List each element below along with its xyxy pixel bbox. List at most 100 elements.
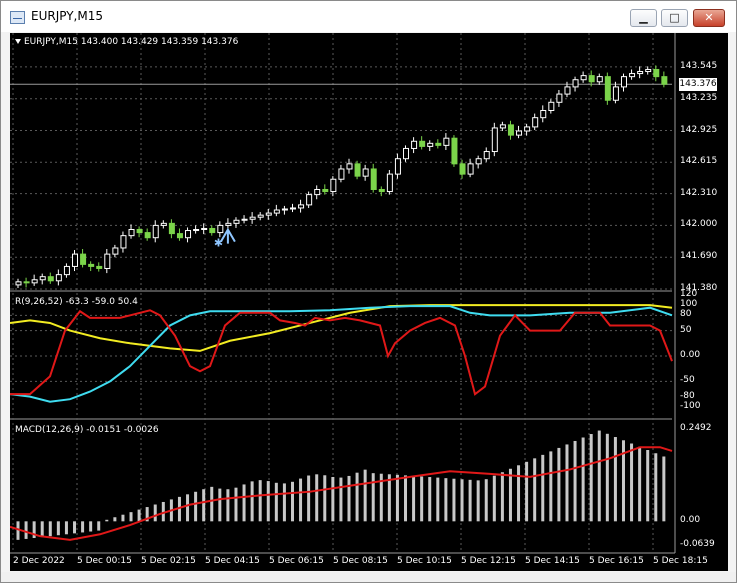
candle-body bbox=[435, 142, 442, 146]
candle-body bbox=[427, 142, 434, 147]
price-tick-label: 142.925 bbox=[680, 124, 718, 135]
macd-histogram-bar bbox=[387, 474, 391, 522]
macd-tick-label: 0.2492 bbox=[680, 423, 712, 433]
macd-histogram-bar bbox=[339, 477, 343, 522]
macd-histogram-bar bbox=[210, 486, 214, 522]
collapse-triangle-icon[interactable] bbox=[15, 39, 21, 44]
candle-body bbox=[72, 253, 79, 267]
price-tick-label: 141.690 bbox=[680, 251, 718, 262]
candle-body bbox=[596, 76, 603, 83]
candle-body bbox=[467, 163, 474, 175]
macd-histogram-bar bbox=[97, 521, 101, 531]
macd-histogram-bar bbox=[282, 483, 286, 522]
macd-histogram-bar bbox=[81, 521, 85, 533]
close-button[interactable]: ✕ bbox=[693, 9, 725, 27]
candle-body bbox=[370, 168, 377, 190]
candle-body bbox=[419, 140, 426, 147]
minimize-button[interactable]: ▁ bbox=[630, 9, 657, 27]
macd-histogram-bar bbox=[605, 433, 609, 522]
candle-body bbox=[411, 140, 418, 149]
macd-histogram-bar bbox=[517, 465, 521, 522]
candle-body bbox=[532, 117, 539, 128]
title-bar[interactable]: EURJPY,M15 ▁ □ ✕ bbox=[1, 1, 736, 32]
chart-window-icon bbox=[10, 11, 25, 24]
macd-histogram-bar bbox=[565, 444, 569, 522]
candle-body bbox=[330, 178, 337, 193]
time-tick-label: 5 Dec 06:15 bbox=[269, 556, 324, 566]
candle-body bbox=[257, 214, 264, 218]
macd-histogram-bar bbox=[153, 504, 157, 522]
macd-histogram-bar bbox=[581, 437, 585, 522]
macd-histogram-bar bbox=[48, 521, 52, 537]
macd-histogram-bar bbox=[613, 437, 617, 522]
candle-body bbox=[80, 253, 87, 265]
candle-body bbox=[394, 158, 401, 175]
candle-body bbox=[338, 168, 345, 180]
candle-body bbox=[483, 151, 490, 160]
candle-body bbox=[354, 163, 361, 177]
candle-body bbox=[516, 130, 523, 136]
candle-body bbox=[23, 281, 30, 284]
maximize-button[interactable]: □ bbox=[661, 9, 688, 27]
candle-body bbox=[225, 222, 232, 226]
candle-body bbox=[645, 68, 652, 73]
macd-histogram-bar bbox=[395, 474, 399, 522]
macd-histogram-bar bbox=[355, 472, 359, 522]
candle-body bbox=[112, 247, 119, 255]
candle-body bbox=[564, 86, 571, 95]
macd-histogram-bar bbox=[24, 521, 28, 539]
macd-histogram-bar bbox=[557, 447, 561, 522]
candle-body bbox=[459, 163, 466, 175]
macd-histogram-bar bbox=[573, 440, 577, 522]
macd-histogram-bar bbox=[105, 519, 109, 522]
macd-histogram-bar bbox=[137, 509, 141, 522]
macd-histogram-bar bbox=[73, 521, 77, 534]
macd-histogram-bar bbox=[412, 475, 416, 522]
macd-histogram-bar bbox=[121, 514, 125, 522]
status-bar bbox=[1, 572, 736, 582]
macd-histogram-bar bbox=[250, 481, 254, 522]
macd-histogram-bar bbox=[549, 451, 553, 522]
rsi-panel-label: R(9,26,52) -63.3 -59.0 50.4 bbox=[15, 297, 138, 307]
macd-histogram-bar bbox=[129, 512, 133, 522]
macd-histogram-bar bbox=[371, 473, 375, 522]
macd-histogram-bar bbox=[40, 521, 44, 538]
symbol-ohlc: EURJPY,M15 143.400 143.429 143.359 143.3… bbox=[24, 37, 239, 47]
candle-body bbox=[265, 212, 272, 216]
macd-histogram-bar bbox=[234, 487, 238, 522]
rsi-tick-label: -50 bbox=[680, 375, 695, 386]
macd-histogram-bar bbox=[468, 479, 472, 522]
candle-body bbox=[185, 230, 192, 239]
rsi-tick-label: -100 bbox=[680, 400, 701, 411]
candle-body bbox=[176, 233, 183, 239]
chart-window: EURJPY,M15 ▁ □ ✕ ✱ EURJPY,M15 143.400 14… bbox=[0, 0, 737, 583]
rsi-tick-label: 0.00 bbox=[680, 350, 701, 360]
macd-histogram-bar bbox=[508, 468, 512, 522]
macd-histogram-bar bbox=[218, 488, 222, 522]
time-tick-label: 5 Dec 10:15 bbox=[397, 556, 452, 566]
macd-histogram-bar bbox=[307, 475, 311, 522]
candle-body bbox=[201, 227, 208, 230]
candle-body bbox=[144, 232, 151, 239]
rsi-tick-label: -80 bbox=[680, 390, 695, 401]
rsi-tick-label: 100 bbox=[680, 299, 698, 310]
candle-body bbox=[451, 137, 458, 165]
candle-body bbox=[104, 253, 111, 269]
candle-body bbox=[572, 79, 579, 88]
candle-body bbox=[403, 147, 410, 160]
macd-histogram-bar bbox=[492, 475, 496, 522]
macd-histogram-bar bbox=[500, 472, 504, 522]
candle-body bbox=[136, 229, 143, 234]
macd-histogram-bar bbox=[420, 476, 424, 522]
rsi-tick-label: 80 bbox=[680, 309, 692, 320]
price-tick-label: 142.000 bbox=[680, 219, 718, 230]
macd-histogram-bar bbox=[630, 443, 634, 522]
candle-body bbox=[475, 158, 482, 165]
candle-body bbox=[47, 276, 54, 282]
chart-area[interactable]: ✱ EURJPY,M15 143.400 143.429 143.359 143… bbox=[10, 33, 728, 571]
candle-body bbox=[548, 101, 555, 112]
candle-body bbox=[620, 76, 627, 88]
candle-body bbox=[96, 265, 103, 269]
macd-histogram-bar bbox=[274, 482, 278, 522]
macd-histogram-bar bbox=[347, 475, 351, 522]
